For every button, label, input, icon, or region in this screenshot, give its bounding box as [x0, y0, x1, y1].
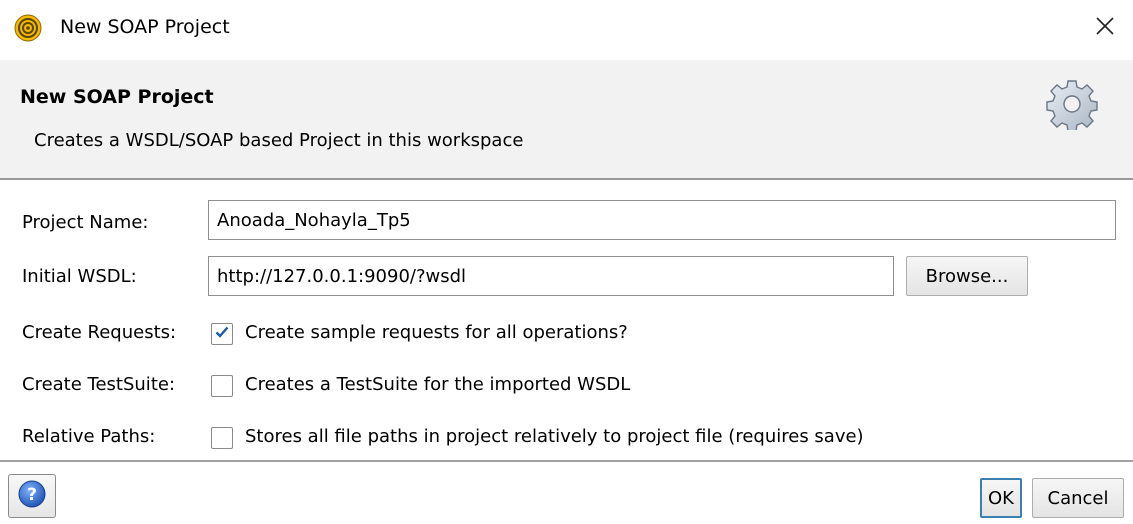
ok-button[interactable]: OK [980, 478, 1022, 518]
header-title: New SOAP Project [20, 86, 214, 108]
create-requests-label: Create Requests: [22, 322, 177, 343]
create-requests-checkbox[interactable] [211, 323, 233, 345]
create-testsuite-checkbox-label: Creates a TestSuite for the imported WSD… [245, 374, 631, 395]
header-description: Creates a WSDL/SOAP based Project in thi… [34, 130, 524, 151]
window-title: New SOAP Project [60, 16, 230, 38]
create-testsuite-label: Create TestSuite: [22, 374, 176, 395]
project-name-label: Project Name: [22, 212, 149, 233]
gear-icon [1046, 78, 1098, 132]
create-requests-checkbox-label: Create sample requests for all operation… [245, 322, 628, 343]
dialog-header: New SOAP Project Creates a WSDL/SOAP bas… [0, 60, 1133, 180]
soapui-logo-icon [14, 14, 42, 42]
initial-wsdl-input[interactable] [208, 256, 894, 296]
relative-paths-checkbox[interactable] [211, 427, 233, 449]
checkmark-icon [214, 324, 230, 344]
help-button[interactable]: ? [8, 474, 56, 518]
project-name-input[interactable] [208, 200, 1116, 240]
browse-button[interactable]: Browse... [906, 256, 1028, 296]
relative-paths-checkbox-label: Stores all file paths in project relativ… [245, 426, 864, 447]
close-icon [1095, 16, 1115, 40]
cancel-button[interactable]: Cancel [1032, 478, 1124, 518]
create-testsuite-checkbox[interactable] [211, 375, 233, 397]
footer-divider [0, 460, 1133, 462]
close-button[interactable] [1083, 6, 1127, 50]
relative-paths-label: Relative Paths: [22, 426, 156, 447]
initial-wsdl-label: Initial WSDL: [22, 266, 137, 287]
help-icon: ? [17, 479, 47, 513]
svg-text:?: ? [27, 485, 37, 505]
title-bar: New SOAP Project [0, 0, 1133, 60]
